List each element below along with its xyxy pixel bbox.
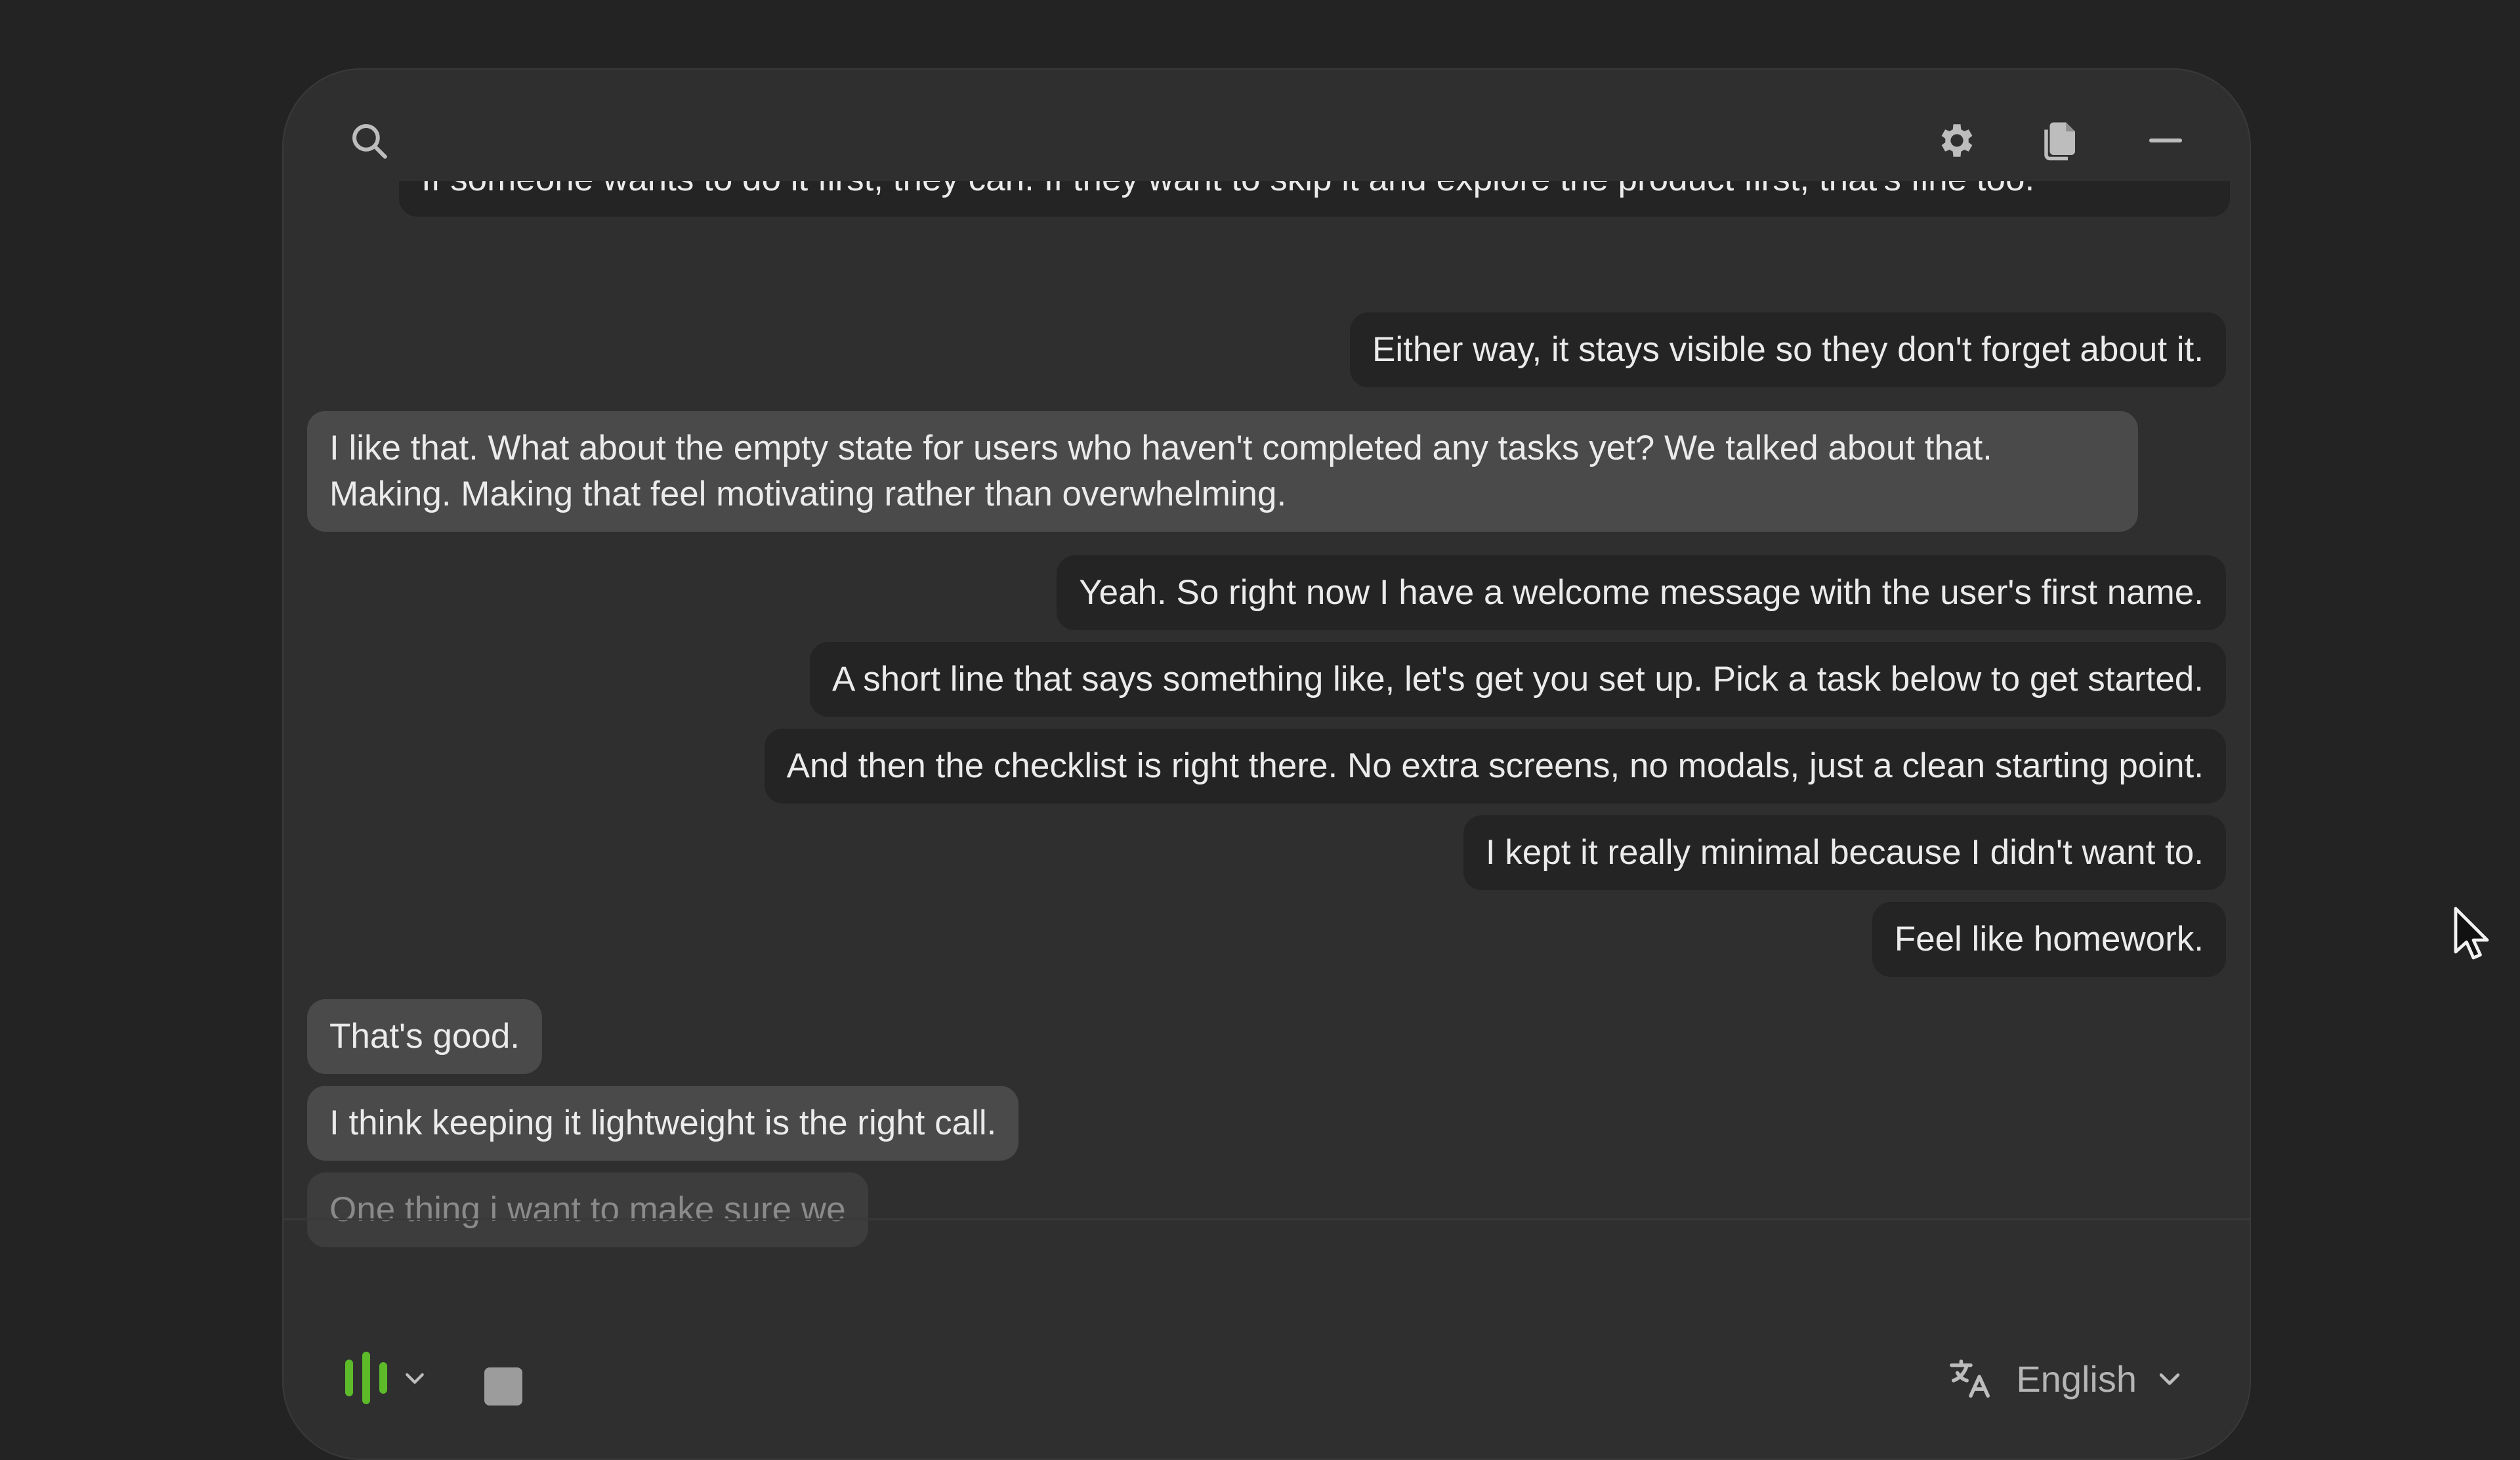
copy-button[interactable] [2028,108,2093,173]
message-bubble-left: That's good. [307,999,543,1074]
stop-button[interactable] [484,1367,522,1406]
audio-level-icon [345,1352,387,1404]
search-icon [352,123,387,159]
translate-icon [1950,1359,1990,1398]
top-toolbar [284,70,2250,201]
bottom-toolbar: English [284,1220,2250,1459]
message-bubble-right: A short line that says something like, l… [810,642,2226,717]
copy-icon [2044,122,2075,161]
mouse-cursor-icon [2454,907,2489,960]
message-bubble-right: Either way, it stays visible so they don… [1349,312,2226,387]
chevron-down-icon [2159,1373,2180,1385]
message-bubble-left: I think keeping it lightweight is the ri… [307,1086,1019,1161]
minimize-icon [2149,138,2183,143]
message-bubble-right: Yeah. So right now I have a welcome mess… [1057,555,2226,630]
chevron-down-icon [406,1373,424,1384]
minimize-button[interactable] [2133,108,2198,173]
gear-icon [1941,124,1973,157]
message-bubble-left: I like that. What about the empty state … [307,411,2138,532]
audio-source-selector[interactable] [343,1352,428,1404]
language-selector[interactable]: English [1948,1356,2184,1402]
message-bubble-right: I kept it really minimal because I didn'… [1463,815,2226,890]
message-bubble-right: And then the checklist is right there. N… [764,729,2226,804]
transcript-list[interactable]: If someone wants to do it first, they ca… [284,181,2250,1258]
search-button[interactable] [336,108,402,173]
settings-button[interactable] [1924,108,1990,173]
message-bubble-right: Feel like homework. [1872,902,2226,977]
transcription-window: If someone wants to do it first, they ca… [282,68,2251,1460]
language-label: English [2016,1358,2137,1400]
